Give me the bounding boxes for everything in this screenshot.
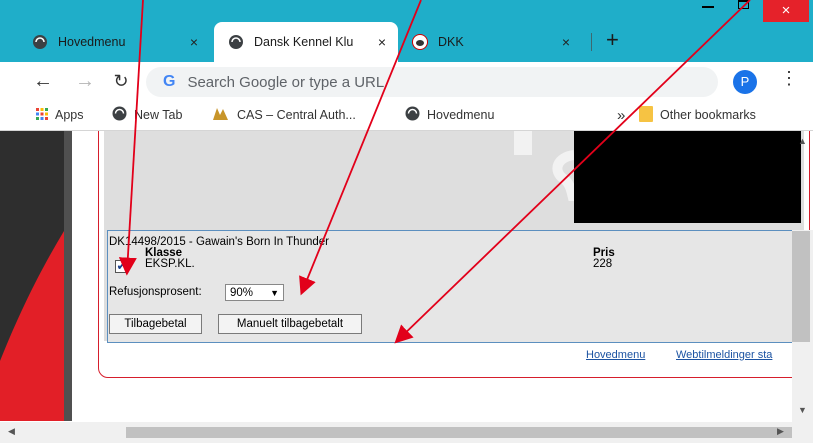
annotation-arrows [118, 0, 751, 344]
arrow-to-refund-select [299, 0, 422, 296]
arrow-to-checkbox [118, 0, 144, 276]
arrow-to-panel [394, 0, 751, 344]
